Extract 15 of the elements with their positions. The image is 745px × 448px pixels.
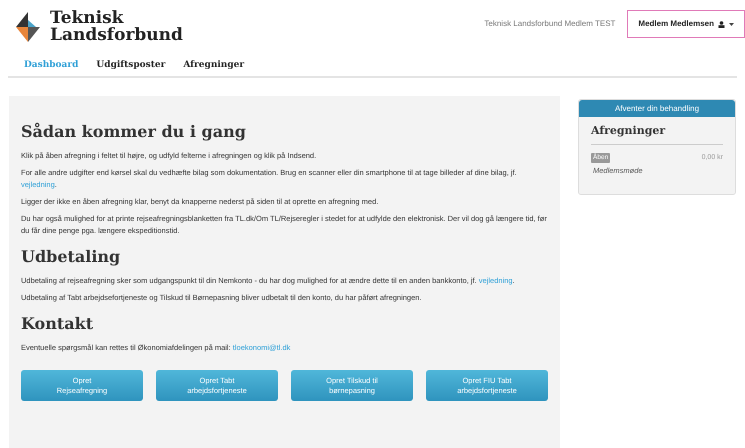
user-menu-button[interactable]: Medlem Medlemsen — [627, 10, 745, 38]
panel-title: Afregninger — [591, 117, 723, 144]
organization-label: Teknisk Landsforbund Medlem TEST — [484, 18, 616, 30]
user-icon — [718, 20, 725, 28]
nav-tab[interactable]: Dashboard — [24, 59, 78, 73]
logo-icon — [14, 10, 42, 44]
section-heading: Sådan kommer du i gang — [21, 121, 247, 143]
logo-text: Teknisk — [50, 10, 124, 27]
panel-header: Afventer din behandling — [579, 100, 735, 117]
nav-tab[interactable]: Udgiftsposter — [96, 59, 166, 73]
section-heading: Udbetaling — [21, 246, 122, 268]
section-heading: Kontakt — [21, 313, 94, 335]
logo-text: Landsforbund — [50, 27, 183, 44]
caret-icon — [729, 22, 734, 26]
nav-tab[interactable]: Afregninger — [183, 59, 244, 73]
